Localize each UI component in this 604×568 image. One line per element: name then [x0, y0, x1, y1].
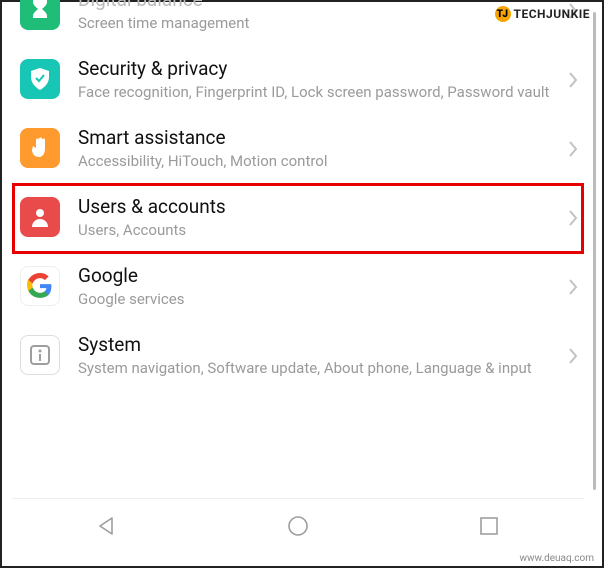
nav-home-button[interactable]: [268, 508, 328, 544]
watermark-top: TJ TECHJUNKIE: [495, 6, 590, 22]
chevron-right-icon: [568, 72, 578, 88]
row-title: Users & accounts: [78, 195, 562, 219]
chevron-right-icon: [568, 141, 578, 157]
android-navbar: [12, 498, 584, 552]
row-title: Google: [78, 264, 562, 288]
row-subtitle: Face recognition, Fingerprint ID, Lock s…: [78, 82, 562, 102]
settings-list: Digital balance Screen time management S…: [12, 2, 584, 390]
watermark-bottom: www.deuaq.com: [520, 553, 595, 564]
settings-row-smart-assistance[interactable]: Smart assistance Accessibility, HiTouch,…: [12, 114, 584, 183]
row-title: Smart assistance: [78, 126, 562, 150]
settings-row-system[interactable]: System System navigation, Software updat…: [12, 321, 584, 390]
row-subtitle: Users, Accounts: [78, 220, 562, 240]
settings-row-security-privacy[interactable]: Security & privacy Face recognition, Fin…: [12, 45, 584, 114]
google-icon: [20, 266, 60, 306]
hourglass-icon: [20, 0, 60, 30]
row-title: Digital balance: [78, 0, 562, 12]
recent-square-icon: [479, 516, 499, 536]
row-title: System: [78, 333, 562, 357]
row-subtitle: Accessibility, HiTouch, Motion control: [78, 151, 562, 171]
scrollbar[interactable]: [593, 12, 596, 490]
chevron-right-icon: [568, 279, 578, 295]
settings-row-google[interactable]: Google Google services: [12, 252, 584, 321]
nav-recent-button[interactable]: [459, 508, 519, 544]
row-subtitle: Google services: [78, 289, 562, 309]
nav-back-button[interactable]: [77, 508, 137, 544]
person-icon: [20, 197, 60, 237]
settings-row-users-accounts[interactable]: Users & accounts Users, Accounts: [12, 183, 584, 252]
techjunkie-logo-icon: TJ: [495, 6, 511, 22]
row-subtitle: Screen time management: [78, 13, 562, 33]
home-circle-icon: [286, 514, 310, 538]
back-triangle-icon: [96, 515, 118, 537]
hand-icon: [20, 128, 60, 168]
row-title: Security & privacy: [78, 57, 562, 81]
system-icon: [20, 335, 60, 375]
shield-icon: [20, 59, 60, 99]
chevron-right-icon: [568, 348, 578, 364]
row-subtitle: System navigation, Software update, Abou…: [78, 358, 562, 378]
chevron-right-icon: [568, 210, 578, 226]
watermark-top-text: TECHJUNKIE: [514, 7, 590, 21]
